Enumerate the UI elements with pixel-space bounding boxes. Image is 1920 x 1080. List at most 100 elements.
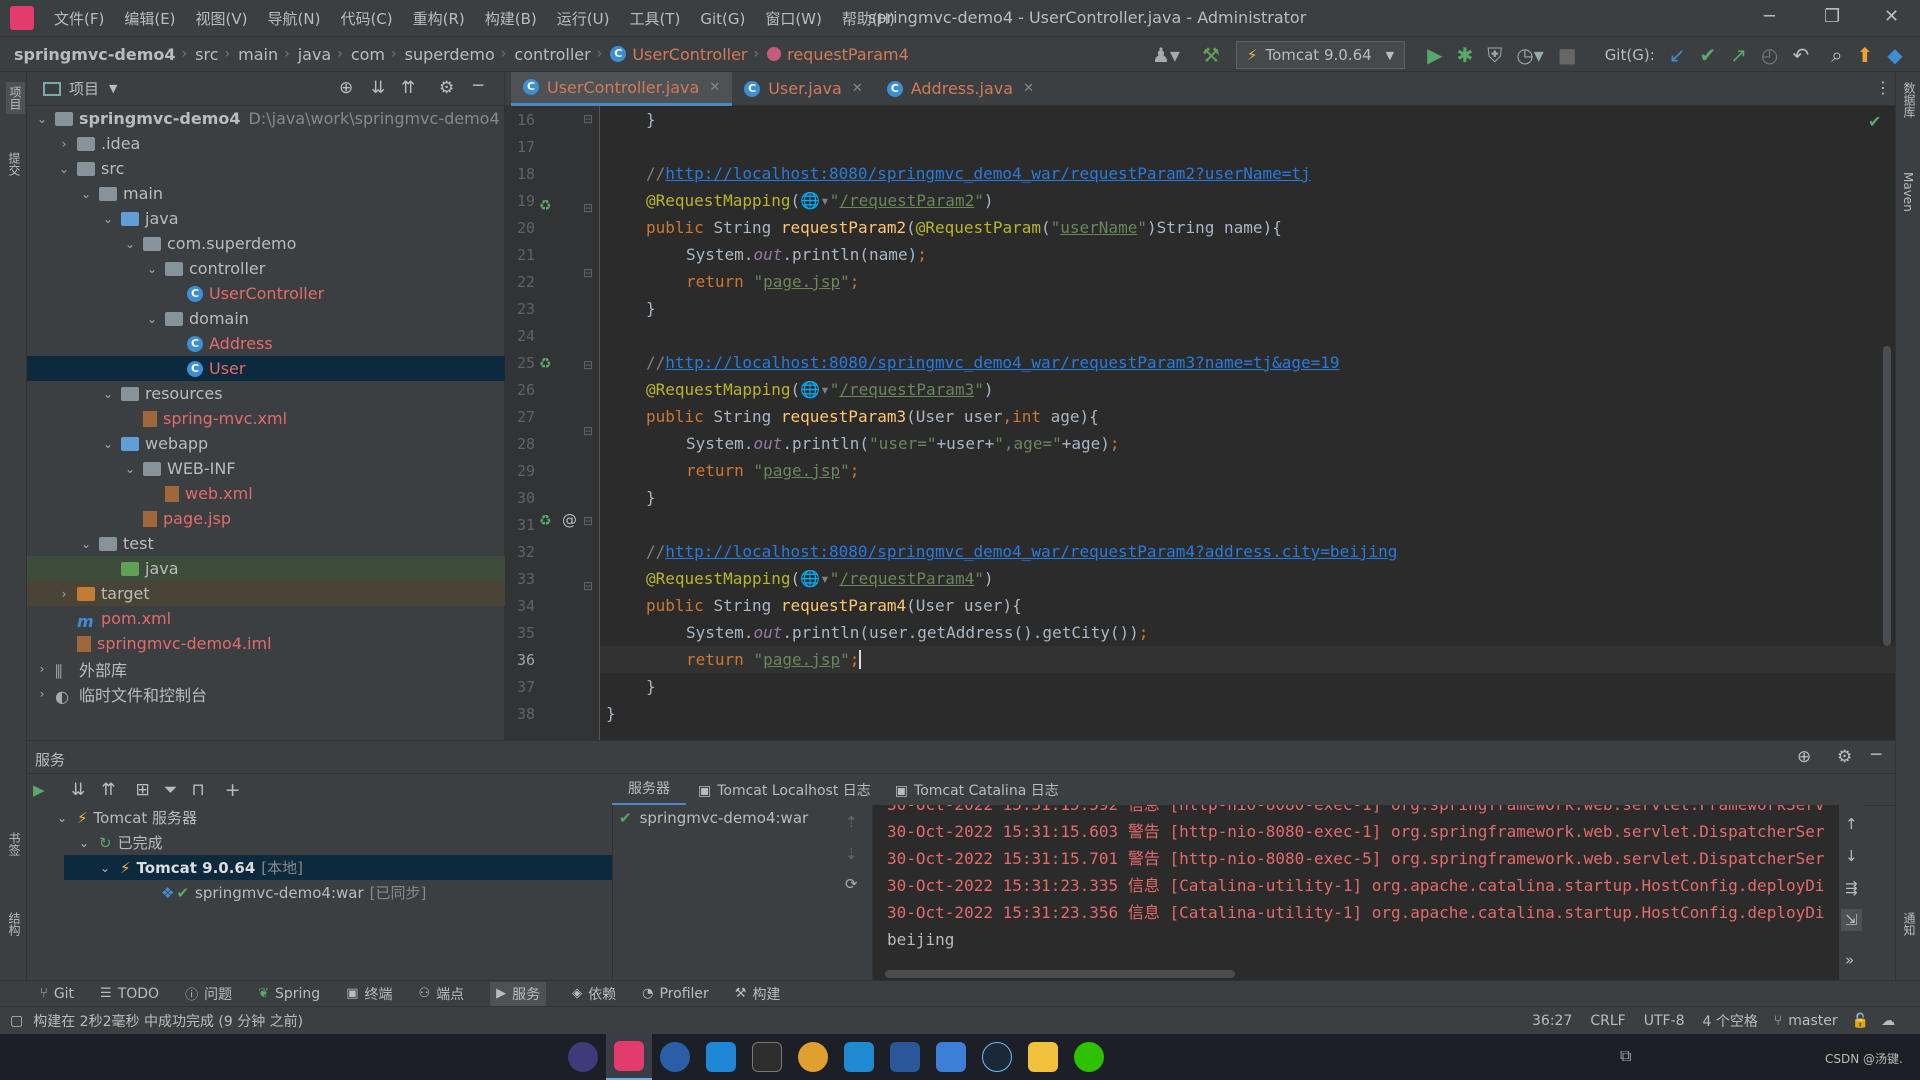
tool-profiler[interactable]: ◔ Profiler: [642, 986, 709, 1002]
stripe-database[interactable]: 数据库: [1901, 82, 1918, 118]
service-node-tomcat[interactable]: ⌄ ⚡ Tomcat 9.0.64 [本地]: [64, 855, 612, 880]
breadcrumb-project[interactable]: springmvc-demo4: [14, 45, 176, 64]
stripe-bookmarks[interactable]: 书签: [6, 832, 23, 856]
tree-item[interactable]: ⌄ com.superdemo: [27, 231, 505, 256]
taskbar-eclipse-icon[interactable]: [560, 1034, 606, 1080]
more-icon[interactable]: »: [1845, 951, 1854, 969]
plugin-icon[interactable]: ◆: [1887, 43, 1902, 67]
expand-all-icon[interactable]: ⇊: [371, 78, 385, 98]
refresh-icon[interactable]: ⟳: [845, 875, 858, 893]
more-tabs-icon[interactable]: ⋮: [1875, 78, 1891, 97]
tool-problems[interactable]: ⓘ 问题: [185, 984, 232, 1004]
run-icon[interactable]: ▶: [33, 781, 45, 799]
run-config-select[interactable]: ⚡ Tomcat 9.0.64 ▼: [1235, 41, 1406, 69]
git-history-icon[interactable]: ◴: [1761, 43, 1778, 67]
route-gutter-icon[interactable]: ♻: [539, 513, 552, 529]
scroll-to-end-icon[interactable]: ⇲: [1841, 909, 1862, 931]
service-node-finished[interactable]: ⌄ ↻ 已完成: [79, 830, 612, 855]
git-rollback-icon[interactable]: ↶: [1793, 43, 1810, 67]
tree-item[interactable]: ⌄ main: [27, 181, 505, 206]
gear-icon[interactable]: ⚙: [439, 78, 454, 98]
chevron-down-icon[interactable]: ⌄: [101, 212, 115, 226]
deploy-down-icon[interactable]: ⇣: [845, 845, 858, 863]
tree-item[interactable]: C Address: [27, 331, 505, 356]
tree-item[interactable]: ⌄ src: [27, 156, 505, 181]
taskbar-app-icon[interactable]: [652, 1034, 698, 1080]
add-icon[interactable]: +: [225, 779, 241, 801]
service-node-tomcat-servers[interactable]: ⌄ ⚡ Tomcat 服务器: [57, 805, 612, 830]
tree-item[interactable]: › ◐ 临时文件和控制台: [27, 681, 505, 706]
tool-git[interactable]: ⑂ Git: [40, 986, 74, 1002]
tab-server[interactable]: 服务器: [612, 773, 686, 806]
locate-icon[interactable]: ⊕: [339, 78, 353, 98]
project-panel-title[interactable]: 项目: [69, 78, 99, 99]
git-branch[interactable]: master: [1788, 1013, 1837, 1029]
scroll-down-icon[interactable]: ↓: [1845, 847, 1858, 865]
stripe-structure[interactable]: 结构: [6, 912, 23, 936]
log-horizontal-scrollbar[interactable]: [885, 970, 1235, 978]
taskbar-explorer-icon[interactable]: [1020, 1034, 1066, 1080]
scroll-up-icon[interactable]: ↑: [1845, 815, 1858, 833]
deployment-item[interactable]: ✔ springmvc-demo4:war: [619, 809, 808, 827]
editor-scrollbar[interactable]: [1883, 346, 1891, 646]
file-encoding[interactable]: UTF-8: [1644, 1013, 1685, 1029]
service-node-artifact[interactable]: ❖ ✔ springmvc-demo4:war [已同步]: [161, 880, 612, 905]
tab-localhost-log[interactable]: ▣ Tomcat Localhost 日志: [686, 780, 883, 800]
tree-item[interactable]: C UserController: [27, 281, 505, 306]
taskbar-intellij-icon[interactable]: [606, 1034, 652, 1080]
taskbar-vscode-icon[interactable]: [836, 1034, 882, 1080]
log-output[interactable]: 30-Oct-2022 15:31:15.592 信息 [http-nio-80…: [872, 805, 1865, 980]
chevron-down-icon[interactable]: ⌄: [145, 262, 159, 276]
search-icon[interactable]: ⌕: [1831, 43, 1842, 67]
menu-edit[interactable]: 编辑(E): [124, 8, 175, 29]
git-commit-icon[interactable]: ✔: [1700, 43, 1717, 67]
tool-endpoints[interactable]: ⚇ 端点: [418, 984, 464, 1004]
code-editor[interactable]: } //http://localhost:8080/springmvc_demo…: [600, 106, 1895, 740]
hide-panel-icon[interactable]: ─: [473, 76, 483, 96]
tree-item[interactable]: ⌄ webapp: [27, 431, 505, 456]
breadcrumb-main[interactable]: main: [238, 45, 278, 64]
menu-refactor[interactable]: 重构(R): [413, 8, 465, 29]
chevron-down-icon[interactable]: ▼: [109, 82, 117, 95]
group-icon[interactable]: ⊞: [136, 780, 150, 800]
status-message[interactable]: 构建在 2秒2毫秒 中成功完成 (9 分钟 之前): [33, 1011, 303, 1031]
breadcrumb-com[interactable]: com: [351, 45, 385, 64]
notifications-icon[interactable]: ☁: [1881, 1013, 1895, 1029]
build-hammer-icon[interactable]: ⚒: [1202, 43, 1220, 67]
fold-icon[interactable]: ⊟: [583, 514, 593, 528]
menu-navigate[interactable]: 导航(N): [268, 8, 321, 29]
taskbar-terminal-icon[interactable]: [744, 1034, 790, 1080]
tree-item[interactable]: ⌄ springmvc-demo4 D:\java\work\springmvc-d…: [27, 106, 505, 131]
tool-todo[interactable]: ☰ TODO: [100, 986, 159, 1002]
tab-catalina-log[interactable]: ▣ Tomcat Catalina 日志: [883, 780, 1071, 800]
close-tab-icon[interactable]: ✕: [1023, 81, 1034, 96]
chevron-down-icon[interactable]: ⌄: [57, 162, 71, 176]
chevron-down-icon[interactable]: ⌄: [101, 387, 115, 401]
collapse-all-icon[interactable]: ⇈: [101, 780, 115, 800]
menu-window[interactable]: 窗口(W): [765, 8, 822, 29]
annotation-gutter-icon[interactable]: @: [562, 511, 577, 529]
line-separator[interactable]: CRLF: [1590, 1013, 1625, 1029]
route-gutter-icon[interactable]: ♻: [539, 356, 552, 372]
close-tab-icon[interactable]: ✕: [709, 80, 720, 95]
new-tab-icon[interactable]: ⊓: [191, 780, 204, 800]
deploy-up-icon[interactable]: ⇡: [845, 813, 858, 831]
git-push-icon[interactable]: ↗: [1730, 43, 1747, 67]
stop-icon[interactable]: ■: [1558, 43, 1577, 67]
stripe-commit[interactable]: 提交: [6, 152, 23, 176]
menu-git[interactable]: Git(G): [700, 10, 745, 28]
tree-item[interactable]: C User: [27, 356, 505, 381]
tree-item[interactable]: › ⫼ 外部库: [27, 656, 505, 681]
chevron-right-icon[interactable]: ›: [35, 687, 49, 701]
tree-item[interactable]: page.jsp: [27, 506, 505, 531]
tree-item[interactable]: ⌄ resources: [27, 381, 505, 406]
menu-run[interactable]: 运行(U): [557, 8, 610, 29]
tree-item[interactable]: java: [27, 556, 505, 581]
chevron-down-icon[interactable]: ⌄: [35, 112, 49, 126]
taskbar-word-icon[interactable]: [882, 1034, 928, 1080]
fold-icon[interactable]: ⊟: [583, 358, 593, 372]
fold-icon[interactable]: ⊟: [583, 579, 593, 593]
tree-item[interactable]: spring-mvc.xml: [27, 406, 505, 431]
tree-item[interactable]: ⌄ domain: [27, 306, 505, 331]
taskview-icon[interactable]: ⧉: [1620, 1046, 1631, 1066]
